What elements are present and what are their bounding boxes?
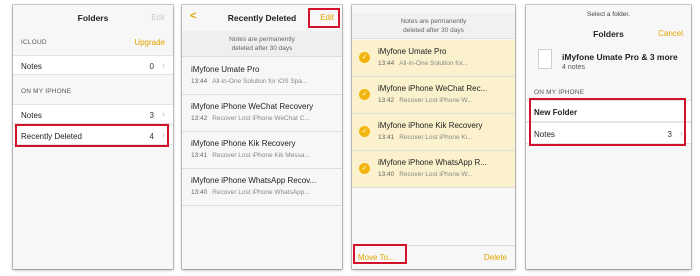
note-preview: 13:41 Recover Lost iPhone Kik Messa... (191, 152, 310, 159)
upgrade-button[interactable]: Upgrade (134, 38, 165, 47)
folder-count: 3 (149, 111, 154, 120)
note-time: 13:44 (378, 60, 395, 67)
edit-button[interactable]: Edit (320, 13, 334, 22)
folder-row-notes[interactable]: Notes 3 › (526, 122, 691, 144)
checkmark-icon[interactable]: ✓ (359, 163, 370, 174)
bottom-toolbar: Move To... Delete (352, 245, 515, 269)
chevron-right-icon: › (162, 109, 165, 119)
note-item[interactable]: iMyfone iPhone WhatsApp Recov... 13:40 Re… (182, 169, 342, 206)
page-title: Recently Deleted (227, 13, 297, 23)
note-item[interactable]: iMyfone iPhone WeChat Recovery 13:42 Reco… (182, 95, 342, 132)
note-snippet: Recover Lost iPhone WeChat C... (212, 115, 310, 122)
note-title: iMyfone iPhone WeChat Rec... (378, 84, 488, 93)
delete-button[interactable]: Delete (484, 253, 507, 262)
note-item-selected[interactable]: ✓ iMyfone Umate Pro 13:44 All-in-One Solu… (352, 40, 515, 77)
folder-count: 3 (667, 130, 672, 139)
note-time: 13:44 (191, 78, 208, 85)
section-label-iphone: ON MY IPHONE (534, 89, 585, 96)
note-item-selected[interactable]: ✓ iMyfone iPhone Kik Recovery 13:41 Recov… (352, 114, 515, 151)
prompt-text: Select a folder. (587, 11, 630, 18)
folder-count: 4 (149, 132, 154, 141)
note-title: iMyfone iPhone WeChat Recovery (191, 102, 314, 111)
checkmark-icon[interactable]: ✓ (359, 89, 370, 100)
selection-summary: iMyfone Umate Pro & 3 more (562, 52, 678, 62)
new-folder-button[interactable]: New Folder (534, 108, 577, 117)
note-snippet: Recover Lost iPhone WhatsApp... (212, 189, 310, 196)
chevron-right-icon: › (162, 60, 165, 70)
chevron-right-icon: › (162, 130, 165, 140)
note-title: iMyfone Umate Pro (191, 65, 260, 74)
folder-row-recently-deleted[interactable]: Recently Deleted 4 › (13, 125, 173, 145)
note-title: iMyfone iPhone Kik Recovery (378, 121, 483, 130)
note-item[interactable]: iMyfone Umate Pro 13:44 All-in-One Soluti… (182, 58, 342, 95)
note-title: iMyfone iPhone WhatsApp R... (378, 158, 487, 167)
folder-count: 0 (149, 62, 154, 71)
note-snippet: Recover Lost iPhone Kik Messa... (212, 152, 310, 159)
note-time: 13:41 (378, 134, 395, 141)
notice-line: deleted after 30 days (403, 27, 464, 34)
cancel-button[interactable]: Cancel (658, 29, 683, 38)
notice-line: Notes are permanently (400, 18, 467, 25)
note-preview: 13:40 Recover Lost iPhone W... (378, 171, 473, 178)
note-time: 13:41 (191, 152, 208, 159)
note-preview: 13:42 Recover Lost iPhone W... (378, 97, 473, 104)
deletion-notice: Notes are permanently deleted after 30 d… (352, 13, 515, 39)
move-to-button[interactable]: Move To... (358, 253, 395, 262)
note-title: iMyfone iPhone WhatsApp Recov... (191, 176, 317, 185)
note-snippet: All-in-One Solution for... (399, 60, 468, 67)
note-item[interactable]: iMyfone iPhone Kik Recovery 13:41 Recover… (182, 132, 342, 169)
select-folder-screen: Select a folder. Folders Cancel iMyfone … (526, 5, 691, 269)
chevron-right-icon: › (680, 128, 683, 138)
folder-label: Notes (21, 111, 42, 120)
folder-label: Notes (534, 130, 555, 139)
note-preview: 13:40 Recover Lost iPhone WhatsApp... (191, 189, 310, 196)
document-icon (538, 49, 552, 69)
note-time: 13:40 (191, 189, 208, 196)
note-item-selected[interactable]: ✓ iMyfone iPhone WeChat Rec... 13:42 Reco… (352, 77, 515, 114)
note-item-selected[interactable]: ✓ iMyfone iPhone WhatsApp R... 13:40 Reco… (352, 151, 515, 188)
navbar: Folders Edit (13, 5, 173, 31)
note-preview: 13:44 All-in-One Solution for iOS Spa... (191, 78, 307, 85)
edit-button[interactable]: Edit (151, 13, 165, 22)
page-title: Folders (77, 13, 109, 23)
folder-label: Recently Deleted (21, 132, 82, 141)
note-preview: 13:41 Recover Lost iPhone Ki... (378, 134, 473, 141)
recently-deleted-screen: < Recently Deleted Edit Notes are perman… (182, 5, 342, 269)
selection-count: 4 notes (562, 64, 585, 71)
note-title: iMyfone iPhone Kik Recovery (191, 139, 296, 148)
section-label-icloud: ICLOUD (21, 39, 47, 46)
note-snippet: Recover Lost iPhone W... (399, 171, 473, 178)
note-time: 13:42 (378, 97, 395, 104)
notice-line: Notes are permanently (229, 36, 295, 43)
note-preview: 13:42 Recover Lost iPhone WeChat C... (191, 115, 310, 122)
note-title: iMyfone Umate Pro (378, 47, 447, 56)
checkmark-icon[interactable]: ✓ (359, 126, 370, 137)
folder-label: Notes (21, 62, 42, 71)
new-folder-row[interactable]: New Folder (526, 100, 691, 122)
navbar: < Recently Deleted Edit (182, 5, 342, 31)
note-time: 13:40 (378, 171, 395, 178)
note-snippet: Recover Lost iPhone W... (399, 97, 473, 104)
checkmark-icon[interactable]: ✓ (359, 52, 370, 63)
folder-row-icloud-notes[interactable]: Notes 0 › (13, 55, 173, 75)
folder-row-iphone-notes[interactable]: Notes 3 › (13, 104, 173, 124)
note-preview: 13:44 All-in-One Solution for... (378, 60, 468, 67)
notice-line: deleted after 30 days (231, 45, 293, 52)
note-snippet: Recover Lost iPhone Ki... (399, 134, 473, 141)
deletion-notice: Notes are permanently deleted after 30 d… (182, 31, 342, 57)
select-notes-screen: Notes are permanently deleted after 30 d… (352, 5, 515, 269)
note-snippet: All-in-One Solution for iOS Spa... (212, 78, 308, 85)
folders-screen: Folders Edit ICLOUD Upgrade Notes 0 › ON… (13, 5, 173, 269)
section-label-iphone: ON MY IPHONE (21, 88, 72, 95)
note-time: 13:42 (191, 115, 208, 122)
